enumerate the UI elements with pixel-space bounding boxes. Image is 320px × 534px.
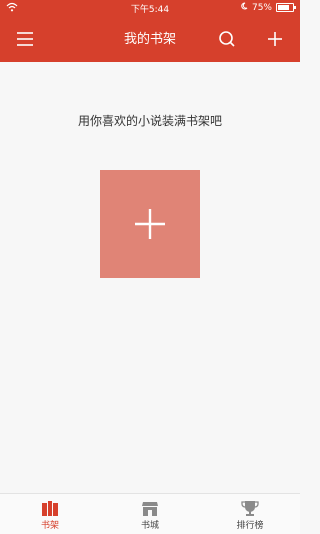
page-title: 我的书架 bbox=[123, 32, 176, 47]
bottom-tab-bar: 书架 书城 排行榜 bbox=[0, 493, 300, 534]
tab-ranking[interactable]: 排行榜 bbox=[200, 494, 300, 534]
moon-icon bbox=[240, 2, 248, 13]
tab-label: 书城 bbox=[140, 521, 159, 531]
tab-label: 书架 bbox=[40, 521, 59, 531]
plus-icon bbox=[135, 209, 165, 239]
tab-bookshelf[interactable]: 书架 bbox=[0, 494, 100, 534]
store-icon bbox=[142, 502, 158, 516]
battery-percent: 75% bbox=[251, 2, 272, 13]
battery-level bbox=[278, 5, 289, 10]
trophy-icon bbox=[241, 501, 259, 516]
battery-icon bbox=[276, 3, 296, 12]
tab-label: 排行榜 bbox=[236, 521, 264, 531]
empty-state-message: 用你喜欢的小说装满书架吧 bbox=[77, 114, 222, 128]
search-icon[interactable] bbox=[215, 27, 239, 51]
tab-store[interactable]: 书城 bbox=[100, 494, 200, 534]
app-bar: 我的书架 bbox=[0, 17, 300, 62]
bookshelf-icon bbox=[42, 501, 58, 516]
add-book-button[interactable] bbox=[100, 170, 200, 278]
menu-icon[interactable] bbox=[13, 27, 37, 51]
status-bar: 下午5:44 75% bbox=[0, 0, 300, 17]
add-icon[interactable] bbox=[263, 27, 287, 51]
